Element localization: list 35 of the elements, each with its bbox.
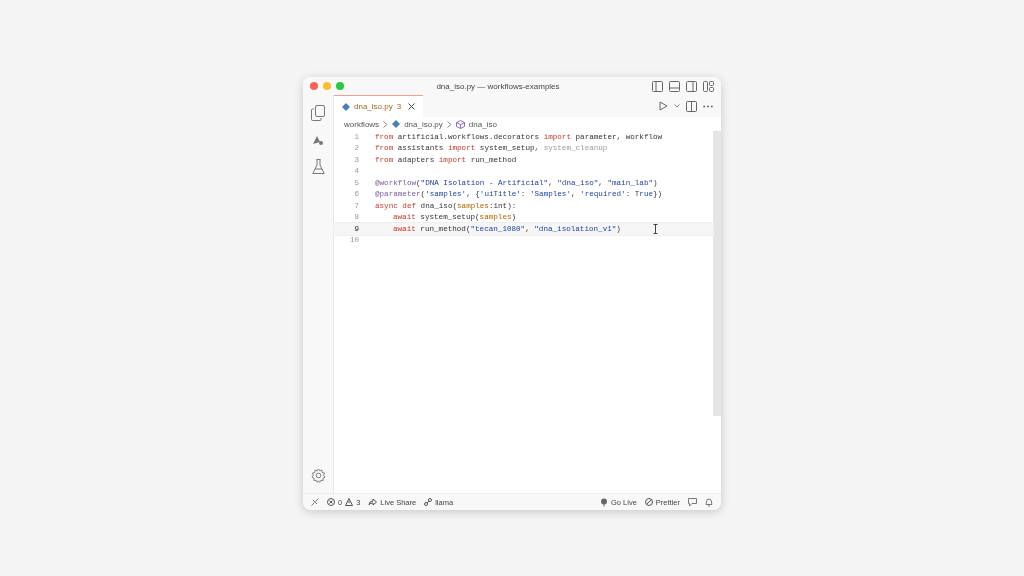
broadcast-icon: [599, 497, 608, 507]
share-icon: [368, 498, 378, 506]
link-icon: [424, 498, 433, 506]
chevron-icon: [383, 120, 389, 128]
error-icon: [327, 498, 335, 506]
cube-icon: [455, 119, 465, 129]
files-icon[interactable]: [311, 105, 325, 121]
python-file-icon: [392, 120, 401, 128]
split-editor-icon[interactable]: [686, 100, 697, 112]
remote-icon[interactable]: [311, 498, 319, 506]
editor-tab[interactable]: dna_iso.py 3: [334, 95, 424, 117]
breadcrumb-item[interactable]: dna_iso.py: [404, 119, 443, 129]
block-icon: [644, 498, 653, 506]
more-icon[interactable]: [703, 104, 713, 108]
secondary-sidebar-icon[interactable]: [686, 80, 697, 92]
window-title: dna_iso.py — workflows-examples: [435, 81, 561, 91]
bell-icon[interactable]: [705, 497, 713, 507]
run-icon[interactable]: [659, 101, 668, 111]
panel-toggle-icon[interactable]: [669, 80, 680, 92]
breadcrumb-item[interactable]: workflows: [344, 119, 380, 129]
close-button[interactable]: [310, 82, 318, 90]
breadcrumb-item[interactable]: dna_iso: [468, 119, 497, 129]
caret-icon[interactable]: [674, 104, 680, 108]
feedback-icon[interactable]: [688, 497, 697, 507]
scrollbar[interactable]: [713, 131, 721, 416]
settings-icon[interactable]: [310, 468, 326, 483]
shapes-icon[interactable]: [312, 135, 324, 145]
chevron-icon: [446, 120, 452, 128]
python-file-icon: [342, 102, 350, 111]
flask-icon[interactable]: [311, 159, 325, 175]
close-icon[interactable]: [408, 103, 416, 110]
sidebar-toggle-icon[interactable]: [652, 80, 663, 92]
warning-icon: [345, 498, 354, 506]
text-cursor-icon: [653, 224, 658, 234]
layout-icon[interactable]: [703, 80, 714, 92]
